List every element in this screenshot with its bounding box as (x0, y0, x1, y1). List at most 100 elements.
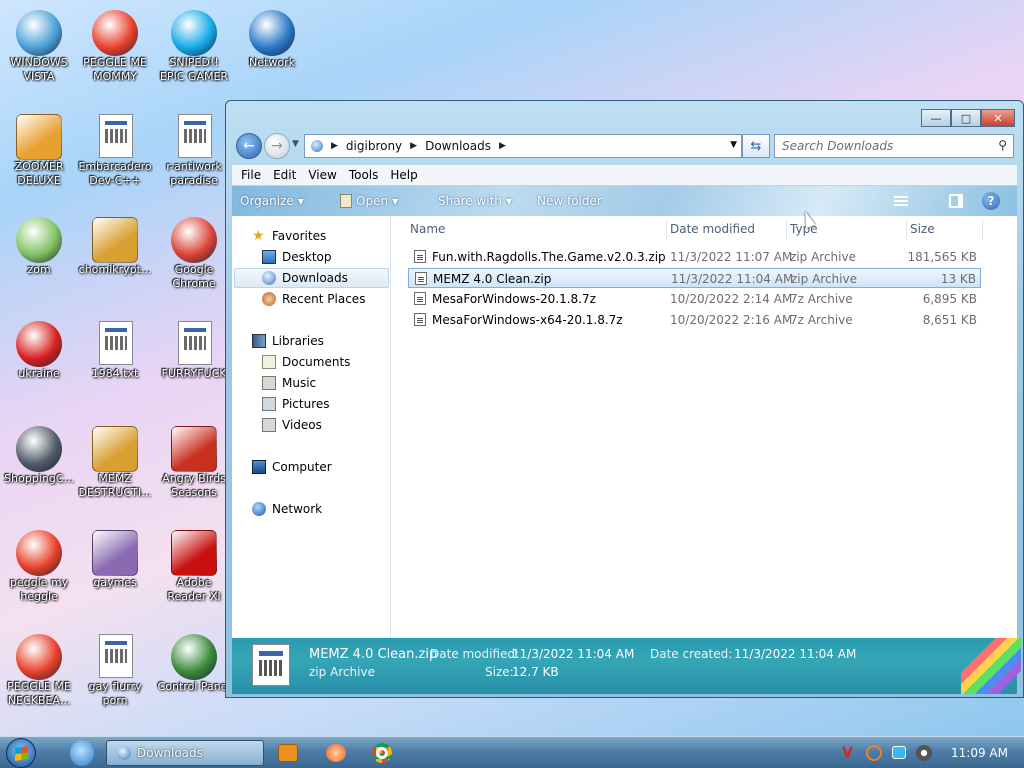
desktop-icon-label: zom (27, 263, 51, 276)
column-divider[interactable] (666, 220, 667, 240)
file-name: MesaForWindows-x64-20.1.8.7z (432, 313, 623, 327)
nav-network[interactable]: Network (252, 499, 322, 519)
desktop-icon-chrome-icon[interactable]: Google Chrome (156, 211, 232, 307)
breadcrumb-arrow-icon[interactable]: ▶ (331, 141, 338, 151)
organize-button[interactable]: Organize ▼ (240, 194, 304, 208)
desktop-icon-text-file-icon[interactable]: 1984.txt (77, 315, 153, 411)
desktop-icon-peggle-icon[interactable]: PEGGLE ME NECKBEA... (1, 628, 77, 724)
column-divider[interactable] (982, 220, 983, 240)
media-player-icon[interactable] (278, 744, 298, 762)
nav-recent-places[interactable]: Recent Places (262, 289, 365, 309)
file-row[interactable]: Fun.with.Ragdolls.The.Game.v2.0.3.zip 11/… (408, 247, 981, 267)
nav-computer[interactable]: Computer (252, 457, 332, 477)
menu-help[interactable]: Help (387, 168, 426, 182)
desktop-icon-folder-icon[interactable]: gaymes (77, 524, 153, 620)
nav-music[interactable]: Music (262, 373, 316, 393)
menu-tools[interactable]: Tools (346, 168, 388, 182)
music-icon (262, 376, 276, 390)
desktop-icon-zuma-icon[interactable]: ZOOMER DELUXE (1, 108, 77, 204)
breadcrumb-downloads[interactable]: Downloads (425, 139, 491, 153)
breadcrumb-arrow-icon[interactable]: ▶ (410, 141, 417, 151)
menu-edit[interactable]: Edit (270, 168, 305, 182)
column-name[interactable]: Name (410, 222, 445, 236)
antivirus-tray-icon[interactable]: V (842, 745, 856, 761)
forward-button[interactable]: → (264, 133, 290, 159)
refresh-icon: ⇆ (750, 138, 762, 154)
view-options-icon[interactable] (892, 192, 910, 210)
desktop-icon-network-globe-icon[interactable]: Network (234, 4, 310, 100)
desktop-icon-adobe-reader-icon[interactable]: Adobe Reader XI (156, 524, 232, 620)
back-button[interactable]: ← (236, 133, 262, 159)
file-row[interactable]: MesaForWindows-20.1.8.7z 10/20/2022 2:14 … (408, 289, 981, 309)
minimize-button[interactable]: — (921, 109, 951, 127)
column-size[interactable]: Size (910, 222, 935, 236)
desktop-icon-peggle-icon[interactable]: PEGGLE ME MOMMY (77, 4, 153, 100)
open-button[interactable]: Open ▼ (340, 194, 398, 208)
desktop-icon-control-panel-icon[interactable]: Control Panel (156, 628, 232, 724)
desktop-icon-mac-app-icon[interactable]: MEMZ DESTRUCTI... (77, 420, 153, 516)
nav-documents[interactable]: Documents (262, 352, 350, 372)
nav-pictures[interactable]: Pictures (262, 394, 330, 414)
help-icon[interactable]: ? (982, 192, 1000, 210)
menu-view[interactable]: View (305, 168, 345, 182)
clock[interactable]: 11:09 AM (951, 746, 1008, 760)
details-pane: MEMZ 4.0 Clean.zip zip Archive Date modi… (232, 638, 1021, 694)
nav-desktop[interactable]: Desktop (262, 247, 332, 267)
refresh-button[interactable]: ⇆ (742, 134, 770, 158)
dropdown-arrow-icon: ▼ (505, 196, 513, 206)
desktop-icon-label: gay flurry porn (88, 680, 142, 707)
file-type: zip Archive (791, 272, 857, 286)
internet-explorer-icon[interactable] (70, 740, 94, 766)
desktop-icon-radiation-icon[interactable]: ukraine (1, 315, 77, 411)
control-panel-icon (171, 634, 217, 680)
nav-libraries[interactable]: Libraries (252, 331, 324, 351)
desktop-icon-angry-birds-icon[interactable]: Angry Birds Seasons (156, 420, 232, 516)
desktop-icon-program-file-icon[interactable]: r-antiwork paradise (156, 108, 232, 204)
column-divider[interactable] (906, 220, 907, 240)
display-tray-icon[interactable] (892, 746, 906, 759)
desktop-icon-flower-icon[interactable]: zom (1, 211, 77, 307)
desktop-icon-label: PEGGLE ME NECKBEA... (7, 680, 71, 707)
documents-icon (262, 355, 276, 369)
address-bar[interactable]: ▶ digibrony ▶ Downloads ▶ ▼ (304, 134, 742, 158)
new-folder-button[interactable]: New folder (537, 194, 602, 208)
document-shape-icon (99, 114, 133, 158)
taskbar-downloads-button[interactable]: Downloads (106, 740, 264, 766)
nav-network-label: Network (272, 502, 323, 516)
share-with-button[interactable]: Share with ▼ (438, 194, 512, 208)
desktop-icon-mac-app-icon[interactable]: chomikrypt... (77, 211, 153, 307)
search-tray-icon[interactable] (866, 745, 882, 761)
adobe-reader-icon (171, 530, 217, 576)
breadcrumb-digibrony[interactable]: digibrony (346, 139, 402, 153)
breadcrumb-arrow-icon[interactable]: ▶ (499, 141, 506, 151)
volume-tray-icon[interactable] (916, 745, 932, 761)
desktop-icon-program-file-icon[interactable]: FURRYFUCK (156, 315, 232, 411)
nav-favorites[interactable]: ★ Favorites (252, 226, 326, 246)
column-date-modified[interactable]: Date modified (670, 222, 755, 236)
maximize-button[interactable]: □ (951, 109, 981, 127)
search-icon[interactable]: ⚲ (998, 138, 1007, 152)
column-divider[interactable] (786, 220, 787, 240)
desktop-icon-program-file-icon[interactable]: Embarcadero Dev-C++ (77, 108, 153, 204)
menu-file[interactable]: File (238, 168, 270, 182)
file-row[interactable]: MesaForWindows-x64-20.1.8.7z 10/20/2022 2… (408, 310, 981, 330)
desktop-icon-peggle-icon[interactable]: peggle my heggle (1, 524, 77, 620)
nav-videos[interactable]: Videos (262, 415, 322, 435)
desktop-icon-program-file-icon[interactable]: gay flurry porn (77, 628, 153, 724)
start-button[interactable] (6, 738, 36, 768)
address-dropdown-icon[interactable]: ▼ (730, 140, 737, 150)
desktop-icon-skype-icon[interactable]: SNIPED!! EPIC GAMER 360... (156, 4, 232, 100)
search-input[interactable]: Search Downloads ⚲ (774, 134, 1014, 158)
desktop-icon-vista-icon[interactable]: WINDOWS VISTA (1, 4, 77, 100)
dropdown-arrow-icon: ▼ (297, 196, 304, 206)
recent-pages-dropdown[interactable]: ▼ (292, 139, 299, 149)
file-row[interactable]: MEMZ 4.0 Clean.zip 11/3/2022 11:04 AM zip … (408, 268, 981, 288)
file-size: 8,651 KB (922, 313, 977, 327)
preview-pane-icon[interactable] (947, 192, 965, 210)
chrome-taskbar-icon[interactable] (372, 743, 392, 763)
paint-icon[interactable] (326, 744, 346, 762)
close-button[interactable]: ✕ (981, 109, 1015, 127)
desktop-icon-flash-icon[interactable]: ShoppingC... (1, 420, 77, 516)
desktop-icon-label: Adobe Reader XI (167, 576, 221, 603)
nav-downloads[interactable]: Downloads (234, 268, 389, 288)
